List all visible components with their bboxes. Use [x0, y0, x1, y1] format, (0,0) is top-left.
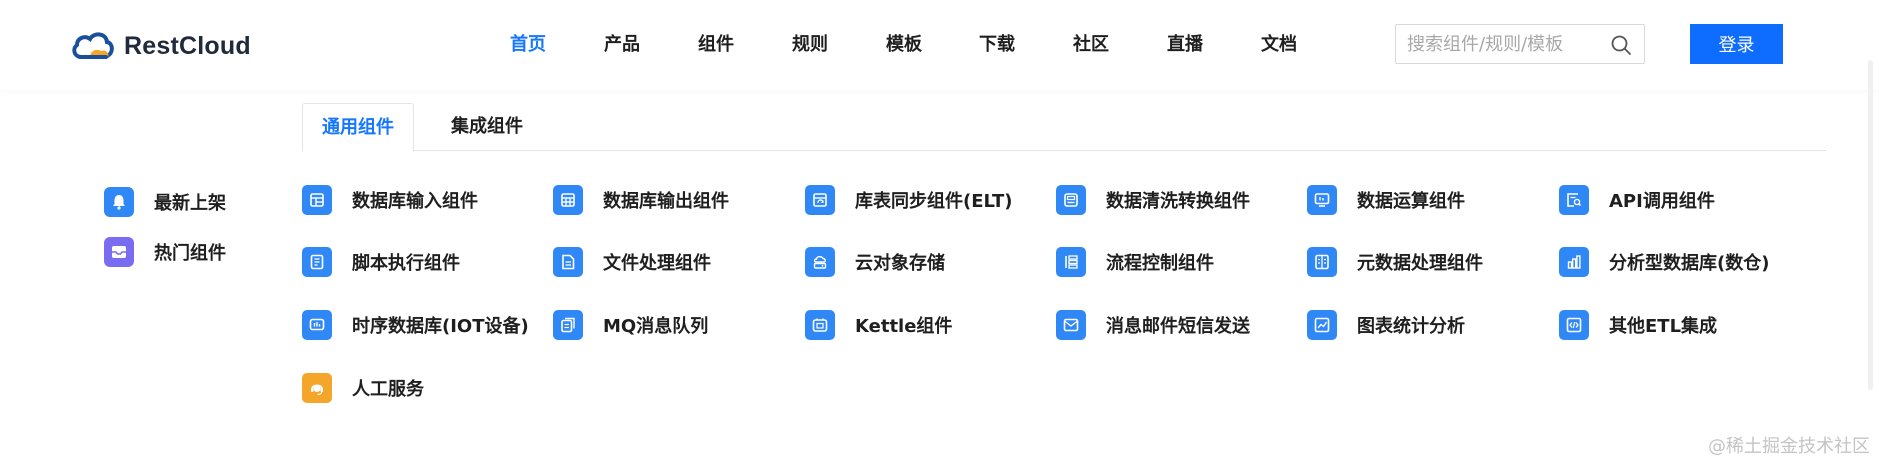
component-item[interactable]: 人工服务 — [302, 372, 424, 404]
nav-item-download[interactable]: 下载 — [979, 30, 1015, 60]
nav-item-templates[interactable]: 模板 — [886, 30, 922, 60]
component-item[interactable]: 数据库输入组件 — [302, 184, 478, 216]
nav-item-components[interactable]: 组件 — [698, 30, 734, 60]
component-label: 元数据处理组件 — [1357, 253, 1483, 274]
flow-icon — [1056, 247, 1086, 277]
component-label: 图表统计分析 — [1357, 316, 1465, 337]
component-label: API调用组件 — [1609, 191, 1715, 212]
api-search-icon — [1559, 185, 1589, 215]
nav-item-products[interactable]: 产品 — [604, 30, 640, 60]
mail-icon — [1056, 310, 1086, 340]
table-in-icon — [302, 185, 332, 215]
component-item[interactable]: 文件处理组件 — [553, 246, 711, 278]
component-label: 消息邮件短信发送 — [1106, 316, 1250, 337]
code-icon — [1559, 310, 1589, 340]
monitor-icon — [1307, 185, 1337, 215]
nav-item-live[interactable]: 直播 — [1167, 30, 1203, 60]
component-item[interactable]: 云对象存储 — [805, 246, 945, 278]
timeseries-icon — [302, 310, 332, 340]
bell-icon — [104, 187, 134, 217]
brand-name: RestCloud — [124, 31, 251, 60]
search-box — [1395, 24, 1645, 64]
tab-general-components[interactable]: 通用组件 — [302, 103, 414, 152]
component-item[interactable]: 图表统计分析 — [1307, 309, 1465, 341]
kettle-icon — [805, 310, 835, 340]
component-item[interactable]: 脚本执行组件 — [302, 246, 460, 278]
component-label: 数据库输入组件 — [352, 191, 478, 212]
component-label: 数据清洗转换组件 — [1106, 191, 1250, 212]
sidebar-item-label: 最新上架 — [154, 193, 226, 214]
sidebar-item-hot[interactable]: 热门组件 — [104, 236, 226, 268]
component-label: 脚本执行组件 — [352, 253, 460, 274]
component-label: 云对象存储 — [855, 253, 945, 274]
component-label: 数据库输出组件 — [603, 191, 729, 212]
component-item[interactable]: 库表同步组件(ELT) — [805, 184, 1013, 216]
component-item[interactable]: 流程控制组件 — [1056, 246, 1214, 278]
component-label: 分析型数据库(数仓) — [1609, 253, 1770, 274]
queue-icon — [553, 310, 583, 340]
component-item[interactable]: API调用组件 — [1559, 184, 1715, 216]
table-out-icon — [553, 185, 583, 215]
component-label: 人工服务 — [352, 379, 424, 400]
component-label: 流程控制组件 — [1106, 253, 1214, 274]
component-label: 其他ETL集成 — [1609, 316, 1718, 337]
script-icon — [302, 247, 332, 277]
component-item[interactable]: 分析型数据库(数仓) — [1559, 246, 1769, 278]
component-label: 文件处理组件 — [603, 253, 711, 274]
line-chart-icon — [1307, 310, 1337, 340]
tab-integration-components[interactable]: 集成组件 — [432, 103, 542, 151]
component-item[interactable]: MQ消息队列 — [553, 309, 708, 341]
nav-item-home[interactable]: 首页 — [510, 30, 546, 60]
bar-chart-icon — [1559, 247, 1589, 277]
component-item[interactable]: 元数据处理组件 — [1307, 246, 1483, 278]
search-input[interactable] — [1396, 26, 1602, 62]
brand-logo[interactable]: RestCloud — [70, 28, 251, 64]
cloud-logo-icon — [72, 32, 114, 59]
clean-icon — [1056, 185, 1086, 215]
component-label: MQ消息队列 — [603, 316, 709, 337]
scrollbar[interactable] — [1868, 60, 1873, 390]
nav-item-docs[interactable]: 文档 — [1261, 30, 1297, 60]
component-item[interactable]: 数据库输出组件 — [553, 184, 729, 216]
file-icon — [553, 247, 583, 277]
sidebar-item-new[interactable]: 最新上架 — [104, 186, 226, 218]
component-item[interactable]: 消息邮件短信发送 — [1056, 309, 1250, 341]
watermark: @稀土掘金技术社区 — [1708, 436, 1870, 457]
component-item[interactable]: 时序数据库(IOT设备) — [302, 309, 529, 341]
component-label: 时序数据库(IOT设备) — [352, 316, 529, 337]
nav-item-community[interactable]: 社区 — [1073, 30, 1109, 60]
component-label: 库表同步组件(ELT) — [855, 191, 1013, 212]
component-label: 数据运算组件 — [1357, 191, 1465, 212]
search-icon[interactable] — [1610, 34, 1632, 56]
component-item[interactable]: Kettle组件 — [805, 309, 952, 341]
component-item[interactable]: 其他ETL集成 — [1559, 309, 1717, 341]
nav-item-rules[interactable]: 规则 — [792, 30, 828, 60]
sync-table-icon — [805, 185, 835, 215]
login-button[interactable]: 登录 — [1690, 24, 1783, 64]
component-item[interactable]: 数据运算组件 — [1307, 184, 1465, 216]
component-tabs: 通用组件 集成组件 — [302, 103, 1826, 152]
metadata-icon — [1307, 247, 1337, 277]
cloud-storage-icon — [805, 247, 835, 277]
support-icon — [302, 373, 332, 403]
component-label: Kettle组件 — [855, 316, 953, 337]
sidebar-item-label: 热门组件 — [154, 243, 226, 264]
top-header: RestCloud 首页 产品 组件 规则 模板 下载 社区 直播 文档 登录 — [0, 0, 1879, 90]
component-item[interactable]: 数据清洗转换组件 — [1056, 184, 1250, 216]
inbox-icon — [104, 237, 134, 267]
